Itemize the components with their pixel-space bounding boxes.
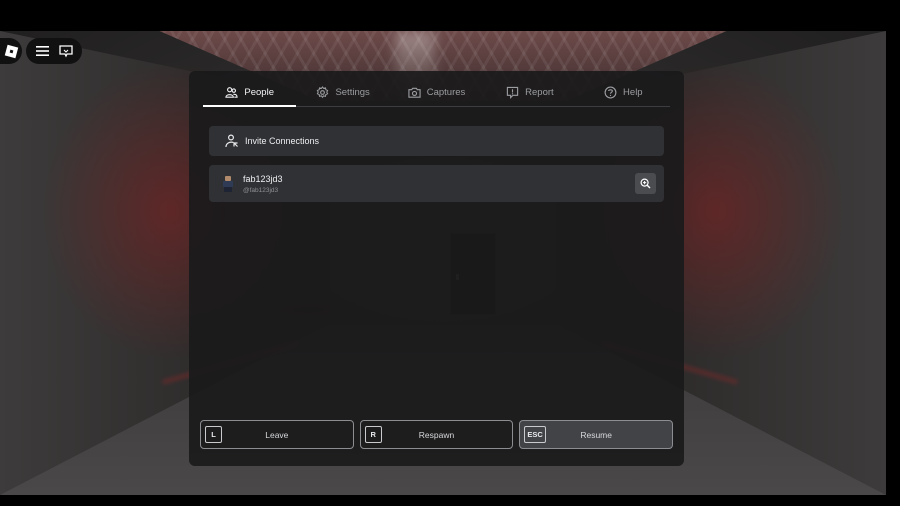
tab-label: People (244, 86, 274, 98)
leave-key-hint: L (205, 426, 222, 443)
report-flag-icon (506, 86, 519, 99)
hamburger-menu-button[interactable] (31, 40, 53, 62)
leave-button[interactable]: L Leave (200, 420, 354, 449)
invite-person-icon (225, 134, 238, 148)
invite-connections-button[interactable]: Invite Connections (209, 126, 664, 156)
avatar-legs (224, 186, 232, 192)
tab-captures[interactable]: Captures (390, 78, 483, 106)
player-info: fab123jd3 @fab123jd3 (243, 174, 283, 194)
inspect-player-button[interactable] (635, 173, 656, 194)
player-username: @fab123jd3 (243, 186, 279, 194)
chat-button[interactable] (55, 40, 77, 62)
tab-label: Report (525, 86, 554, 98)
roblox-logo-icon (4, 44, 18, 58)
hamburger-menu-icon (35, 46, 49, 56)
chat-icon (59, 44, 73, 57)
leave-label: Leave (265, 429, 289, 440)
tab-people[interactable]: People (203, 78, 297, 107)
respawn-label: Respawn (418, 429, 455, 440)
tab-help[interactable]: Help (577, 78, 670, 106)
player-display-name: fab123jd3 (243, 173, 283, 184)
tab-label: Settings (335, 86, 370, 98)
tab-report[interactable]: Report (483, 78, 576, 106)
tab-label: Help (623, 86, 643, 98)
help-icon (604, 86, 617, 98)
respawn-button[interactable]: R Respawn (359, 420, 514, 449)
tab-settings[interactable]: Settings (296, 78, 389, 106)
camera-icon (408, 87, 421, 98)
menu-tabs: People Settings Captures Report Help (203, 78, 670, 107)
tab-label: Captures (426, 86, 466, 98)
invite-connections-label: Invite Connections (245, 136, 320, 146)
avatar (221, 175, 235, 192)
player-row: fab123jd3 @fab123jd3 (209, 165, 664, 202)
people-icon (225, 86, 239, 98)
resume-key-hint: ESC (524, 426, 546, 443)
topbar-pill (26, 38, 82, 64)
bottom-actions: L Leave R Respawn ESC Resume (200, 420, 674, 449)
respawn-key-hint: R (364, 426, 382, 443)
gear-icon (317, 85, 329, 98)
inspect-zoom-icon (640, 178, 651, 189)
game-menu-panel: People Settings Captures Report Help Inv… (189, 71, 684, 466)
resume-button[interactable]: ESC Resume (519, 420, 674, 449)
